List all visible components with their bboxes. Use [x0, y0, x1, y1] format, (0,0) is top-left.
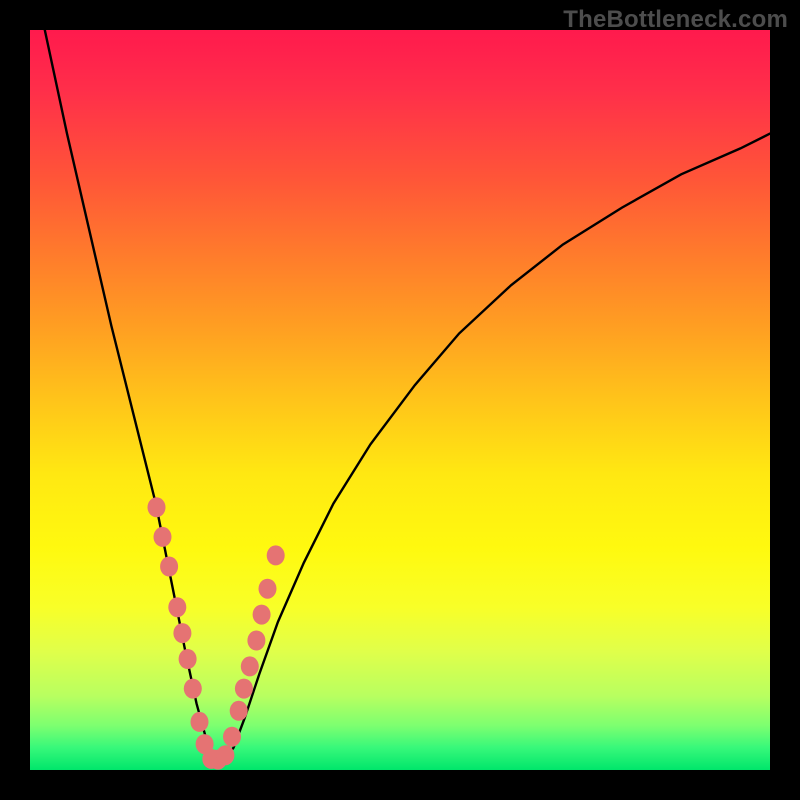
- marker-dot: [267, 545, 285, 565]
- marker-dot: [235, 679, 253, 699]
- bottleneck-curve: [45, 30, 770, 761]
- marker-dot: [247, 631, 265, 651]
- marker-dot: [160, 557, 178, 577]
- marker-dot: [230, 701, 248, 721]
- marker-dot: [241, 656, 259, 676]
- marker-dot: [259, 579, 277, 599]
- marker-dot: [173, 623, 191, 643]
- marker-dot: [253, 605, 271, 625]
- marker-dot: [191, 712, 209, 732]
- marker-dot: [168, 597, 186, 617]
- marker-dot: [184, 679, 202, 699]
- marker-dot: [148, 497, 166, 517]
- marker-dot: [223, 727, 241, 747]
- marker-dot: [179, 649, 197, 669]
- marker-dots-group: [148, 497, 285, 769]
- bottleneck-chart: [30, 30, 770, 770]
- marker-dot: [216, 745, 234, 765]
- marker-dot: [154, 527, 172, 547]
